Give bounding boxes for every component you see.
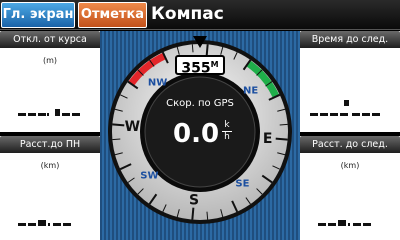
compass-tick <box>279 123 288 126</box>
compass-tick <box>275 137 288 141</box>
compass-cardinal-sw: SW <box>140 170 158 181</box>
compass-cardinal-nw: NW <box>148 77 167 88</box>
compass-tick <box>206 211 209 220</box>
compass-cardinal-w: W <box>125 119 140 135</box>
gps-speed-label: Скор. по GPS <box>166 98 234 109</box>
distance-to-destination-value-dashes <box>18 220 71 226</box>
compass-tick <box>112 123 125 127</box>
page-title: Компас <box>151 4 224 24</box>
gps-speed-unit: k h <box>222 121 232 142</box>
compass-cardinal-e: E <box>263 131 273 147</box>
off-course-value-dashes <box>18 109 80 116</box>
distance-to-next-panel[interactable]: Расст. до след. (km) <box>300 136 400 240</box>
gps-speed-value: 0.0 <box>173 119 220 149</box>
distance-to-next-value-dashes <box>318 220 371 226</box>
time-to-next-panel[interactable]: Время до след. <box>300 31 400 132</box>
distance-to-destination-panel[interactable]: Расст.до ПН (km) <box>0 136 100 240</box>
time-to-next-value-dashes <box>310 100 380 116</box>
compass-cardinal-s: S <box>189 193 199 209</box>
top-bar: Гл. экран Отметка Компас <box>0 0 400 30</box>
compass-tick <box>112 138 121 141</box>
mark-tab[interactable]: Отметка <box>78 2 147 28</box>
main-screen-tab[interactable]: Гл. экран <box>1 2 75 28</box>
heading-readout: 355M <box>175 55 225 77</box>
compass-cardinal-ne: NE <box>243 86 258 97</box>
compass-tick <box>191 44 194 53</box>
off-course-panel[interactable]: Откл. от курса (m) <box>0 31 100 132</box>
compass-area[interactable]: NNEESESSWWNW 355M Скор. по GPS 0.0 k h <box>100 31 300 240</box>
compass-tick <box>191 207 195 220</box>
compass-cardinal-se: SE <box>235 179 249 190</box>
